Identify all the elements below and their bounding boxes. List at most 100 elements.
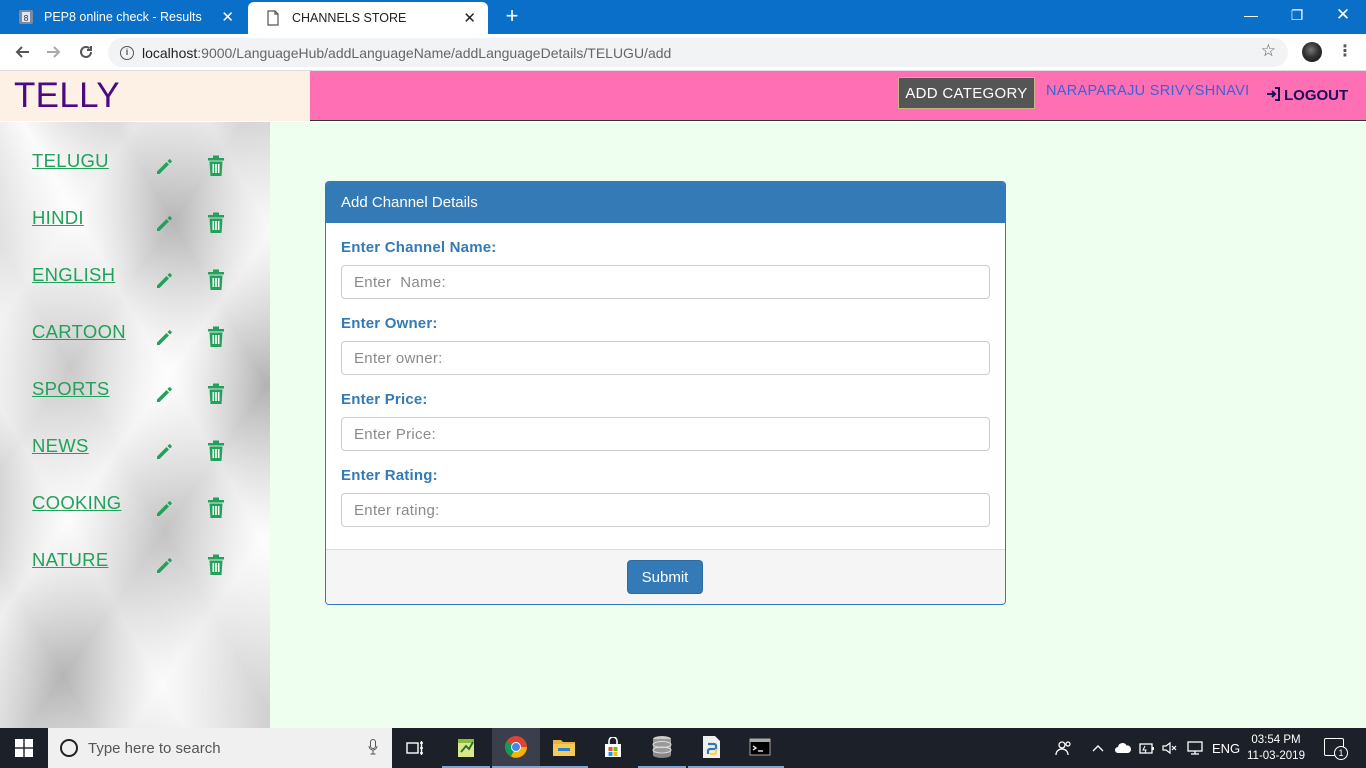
trash-icon[interactable] [206, 212, 226, 234]
pencil-icon[interactable] [154, 441, 174, 461]
clock-time: 03:54 PM [1251, 734, 1301, 746]
form-body: Enter Channel Name: Enter Owner: Enter P… [326, 239, 1005, 527]
browser-menu-icon[interactable]: ⋮ [1337, 41, 1353, 61]
browser-tabstrip: 8 PEP8 online check - Results ✕ CHANNELS… [0, 0, 1366, 34]
sidebar-item-news: NEWS [32, 435, 252, 475]
sidebar-item-label[interactable]: HINDI [32, 207, 84, 229]
notification-count: 1 [1334, 746, 1348, 760]
tab-close-icon[interactable]: ✕ [221, 8, 234, 26]
profile-avatar[interactable] [1302, 42, 1322, 62]
add-category-button[interactable]: ADD CATEGORY [898, 77, 1035, 109]
sidebar-item-sports: SPORTS [32, 378, 252, 418]
submit-button[interactable]: Submit [627, 560, 703, 594]
sidebar-item-label[interactable]: COOKING [32, 492, 121, 514]
price-input[interactable] [341, 417, 990, 451]
tab-channels-store[interactable]: CHANNELS STORE ✕ [248, 2, 488, 34]
sidebar-item-telugu: TELUGU [32, 150, 252, 190]
rating-input[interactable] [341, 493, 990, 527]
taskbar-search[interactable]: Type here to search [48, 728, 392, 768]
url-host: localhost [142, 44, 198, 61]
logout-icon [1266, 87, 1281, 104]
command-prompt-icon[interactable] [736, 728, 784, 768]
clock-date: 11-03-2019 [1247, 750, 1305, 762]
browser-toolbar: i localhost:9000/LanguageHub/addLanguage… [0, 34, 1366, 71]
database-icon[interactable] [638, 728, 686, 768]
pep8-favicon-icon: 8 [18, 9, 34, 25]
sidebar-item-label[interactable]: ENGLISH [32, 264, 115, 286]
add-channel-form: Add Channel Details Enter Channel Name: … [325, 181, 1006, 605]
pencil-icon[interactable] [154, 156, 174, 176]
pencil-icon[interactable] [154, 555, 174, 575]
sidebar-item-label[interactable]: NEWS [32, 435, 89, 457]
info-icon[interactable]: i [120, 45, 134, 60]
language-sidebar: TELUGU HINDI ENGLISH CARTOON SPORTS NEWS… [0, 122, 270, 728]
address-bar[interactable]: i localhost:9000/LanguageHub/addLanguage… [108, 38, 1288, 67]
system-clock[interactable]: 03:54 PM 11-03-2019 [1246, 732, 1306, 764]
close-window-icon[interactable]: ✕ [1320, 0, 1366, 30]
main-content: Add Channel Details Enter Channel Name: … [270, 122, 1366, 728]
sidebar-item-cartoon: CARTOON [32, 321, 252, 361]
chevron-up-icon[interactable] [1092, 728, 1104, 768]
reload-icon[interactable] [74, 40, 98, 64]
sidebar-item-cooking: COOKING [32, 492, 252, 532]
trash-icon[interactable] [206, 554, 226, 576]
trash-icon[interactable] [206, 326, 226, 348]
channel-name-label: Enter Channel Name: [341, 239, 497, 256]
sidebar-item-english: ENGLISH [32, 264, 252, 304]
cloud-icon[interactable] [1114, 728, 1132, 768]
sidebar-item-label[interactable]: NATURE [32, 549, 109, 571]
logout-label: LOGOUT [1284, 87, 1349, 104]
trash-icon[interactable] [206, 440, 226, 462]
rating-label: Enter Rating: [341, 467, 438, 484]
pencil-icon[interactable] [154, 384, 174, 404]
tab-title: PEP8 online check - Results [44, 10, 202, 24]
price-label: Enter Price: [341, 391, 428, 408]
trash-icon[interactable] [206, 155, 226, 177]
file-explorer-icon[interactable] [540, 728, 588, 768]
tab-title: CHANNELS STORE [292, 11, 407, 25]
new-tab-icon[interactable]: + [500, 5, 524, 29]
tab-pep8[interactable]: 8 PEP8 online check - Results ✕ [0, 0, 246, 34]
notepad-plus-icon[interactable] [442, 728, 490, 768]
cortana-icon [60, 739, 78, 757]
page-favicon-icon [266, 10, 282, 26]
pencil-icon[interactable] [154, 327, 174, 347]
tab-close-icon[interactable]: ✕ [463, 9, 476, 27]
chrome-icon[interactable] [492, 728, 540, 768]
python-file-icon[interactable] [688, 728, 736, 768]
sidebar-item-label[interactable]: CARTOON [32, 321, 126, 343]
trash-icon[interactable] [206, 497, 226, 519]
sidebar-item-label[interactable]: TELUGU [32, 150, 109, 172]
sidebar-item-label[interactable]: SPORTS [32, 378, 110, 400]
bookmark-star-icon[interactable]: ☆ [1261, 41, 1276, 61]
brand-title[interactable]: TELLY CHANNELS [0, 71, 310, 165]
microphone-icon[interactable] [368, 738, 378, 758]
logout-link[interactable]: LOGOUT [1266, 87, 1348, 104]
form-title: Add Channel Details [326, 182, 1005, 223]
store-icon[interactable] [589, 728, 637, 768]
user-name: NARAPARAJU SRIVYSHNAVI [1046, 83, 1250, 99]
battery-icon[interactable] [1139, 728, 1155, 768]
sidebar-item-nature: NATURE [32, 549, 252, 589]
task-view-icon[interactable] [392, 728, 440, 768]
sidebar-item-hindi: HINDI [32, 207, 252, 247]
pencil-icon[interactable] [154, 498, 174, 518]
trash-icon[interactable] [206, 269, 226, 291]
volume-muted-icon[interactable] [1162, 728, 1178, 768]
back-icon[interactable] [10, 40, 34, 64]
people-icon[interactable] [1055, 728, 1073, 768]
owner-input[interactable] [341, 341, 990, 375]
minimize-icon[interactable]: — [1228, 0, 1274, 30]
windows-taskbar: Type here to search ENG 03:54 PM 11-03-2… [0, 728, 1366, 768]
channel-name-input[interactable] [341, 265, 990, 299]
trash-icon[interactable] [206, 383, 226, 405]
app-header: TELLY CHANNELS ADD CATEGORY NARAPARAJU S… [0, 71, 1366, 165]
pencil-icon[interactable] [154, 213, 174, 233]
input-language[interactable]: ENG [1212, 728, 1240, 768]
forward-icon[interactable] [42, 40, 66, 64]
owner-label: Enter Owner: [341, 315, 438, 332]
windows-start-icon[interactable] [0, 728, 48, 768]
network-icon[interactable] [1186, 728, 1204, 768]
restore-icon[interactable]: ❐ [1274, 0, 1320, 30]
pencil-icon[interactable] [154, 270, 174, 290]
